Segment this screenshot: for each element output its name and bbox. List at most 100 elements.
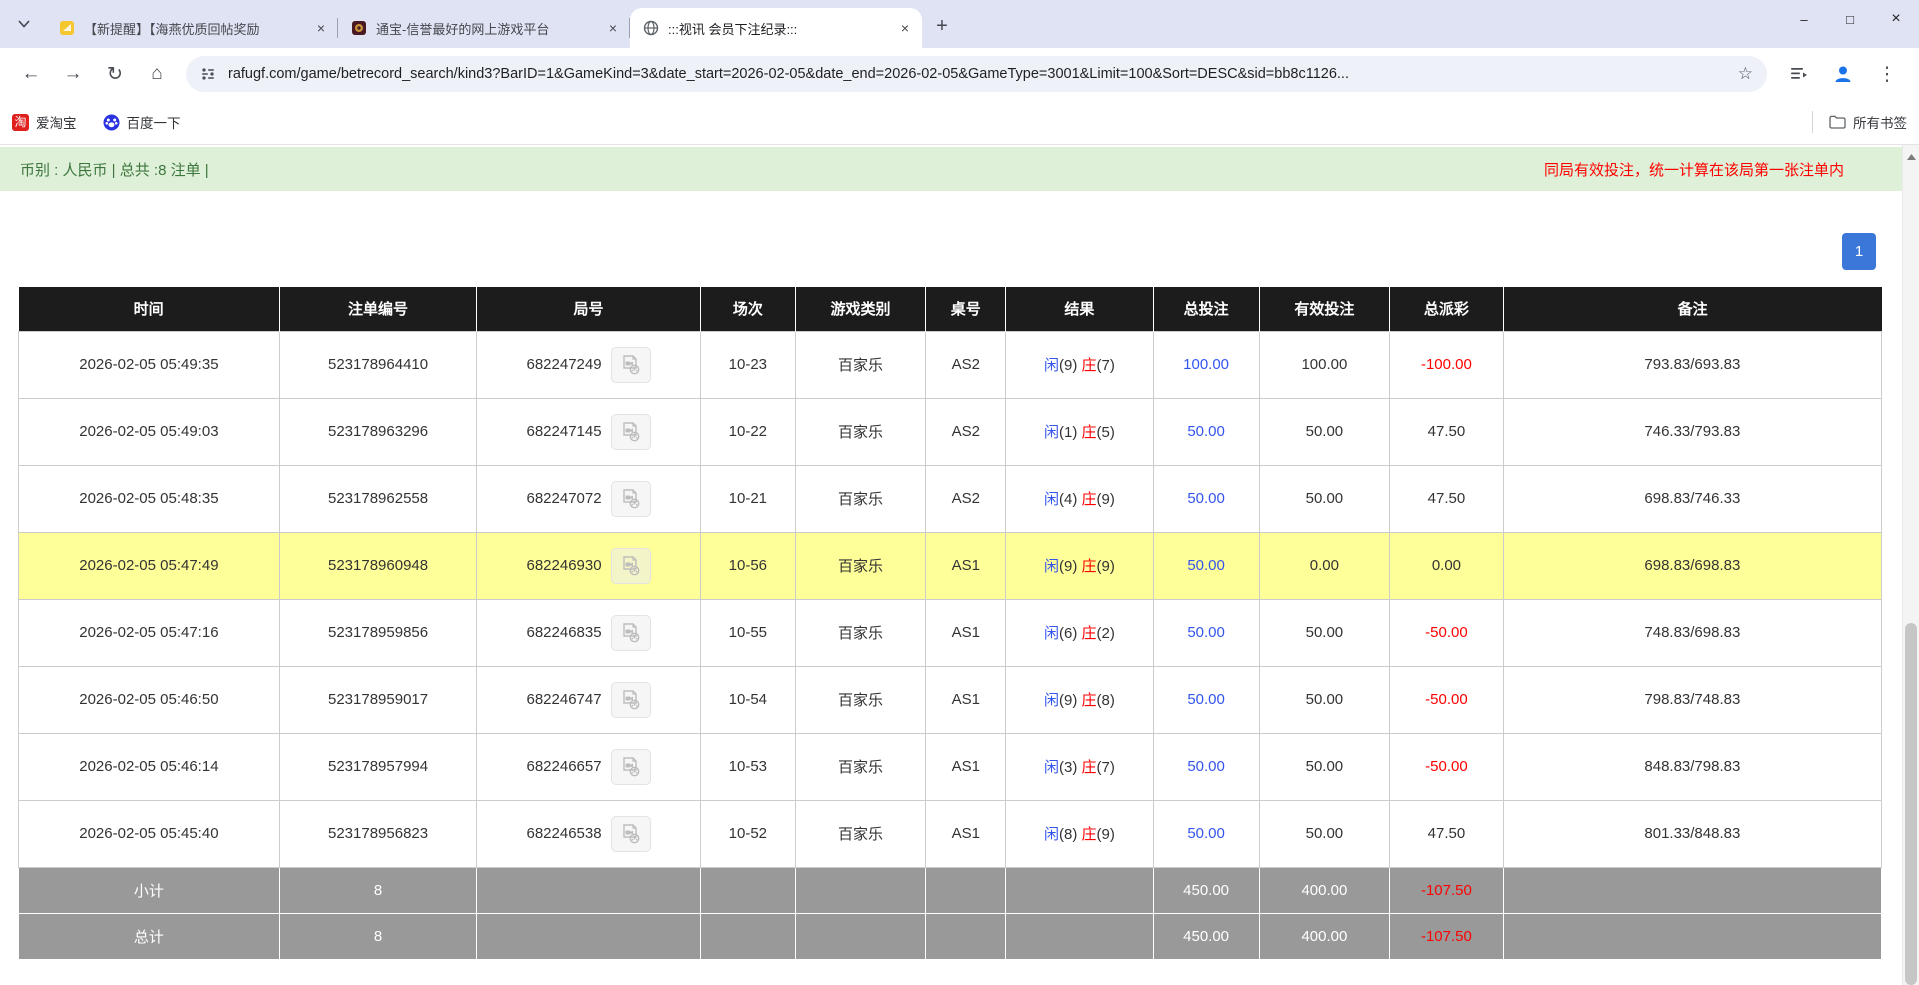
home-button[interactable]: ⌂: [140, 57, 174, 91]
cell-total-bet[interactable]: 50.00: [1152, 732, 1260, 801]
result-player-label: 闲: [1043, 759, 1059, 776]
bookmark-aitaobao[interactable]: 淘 爱淘宝: [12, 112, 77, 132]
tab-bet-records-active[interactable]: :::视讯 会员下注纪录::: ×: [630, 8, 922, 48]
tab-close-icon[interactable]: ×: [604, 19, 622, 37]
col-result: 结果: [1005, 287, 1153, 331]
round-id-text: 682246657: [526, 758, 602, 775]
cell-total-bet[interactable]: 100.00: [1152, 330, 1260, 399]
cell-total-bet[interactable]: 50.00: [1152, 397, 1260, 466]
cell-payout: 47.50: [1389, 464, 1504, 533]
result-player-label: 闲: [1043, 424, 1059, 441]
bookmark-star-icon[interactable]: ☆: [1738, 64, 1753, 84]
cell-result: 闲(1) 庄(5): [1005, 397, 1154, 466]
cell-payout: 47.50: [1389, 799, 1504, 868]
col-total-bet: 总投注: [1152, 287, 1260, 331]
new-tab-button[interactable]: +: [928, 12, 956, 40]
url-text[interactable]: rafugf.com/game/betrecord_search/kind3?B…: [228, 66, 1728, 82]
page-scrollbar[interactable]: [1902, 145, 1919, 985]
cell-time: 2026-02-05 05:46:50: [18, 665, 280, 734]
cell-total-bet[interactable]: 50.00: [1152, 799, 1260, 868]
table-row: 2026-02-05 05:48:35 523178962558 6822470…: [18, 464, 1883, 533]
total-total-bet: 450.00: [1152, 912, 1260, 960]
cell-round-id: 682246747: [476, 665, 701, 734]
cell-total-bet[interactable]: 50.00: [1152, 531, 1260, 600]
table-row: 2026-02-05 05:49:03 523178963296 6822471…: [18, 397, 1883, 466]
video-replay-button[interactable]: [610, 547, 651, 584]
window-minimize-button[interactable]: –: [1781, 0, 1827, 38]
cell-note: 748.83/698.83: [1502, 598, 1883, 667]
cell-valid-bet: 50.00: [1258, 665, 1391, 734]
video-replay-button[interactable]: [610, 614, 651, 651]
browser-menu-icon[interactable]: ⋮: [1870, 57, 1904, 91]
tab-close-icon[interactable]: ×: [312, 19, 330, 37]
col-valid-bet: 有效投注: [1258, 287, 1390, 331]
tab-strip: 【新提醒】【海燕优质回帖奖励 × 通宝-信誉最好的网上游戏平台 × :::视讯 …: [0, 0, 1919, 48]
cell-round-id: 682246930: [476, 531, 701, 600]
video-replay-button[interactable]: [610, 748, 651, 785]
cell-session: 10-55: [699, 598, 796, 667]
video-camera-icon: [622, 421, 639, 441]
video-camera-icon: [622, 354, 639, 374]
table-row: 2026-02-05 05:47:49 523178960948 6822469…: [18, 531, 1883, 600]
cell-round-id: 682247145: [476, 397, 701, 466]
col-table-no: 桌号: [925, 287, 1006, 331]
site-info-icon[interactable]: [200, 66, 216, 82]
cell-total-bet[interactable]: 50.00: [1152, 598, 1260, 667]
valid-bet-notice-text: 同局有效投注，统一计算在该局第一张注单内: [1543, 161, 1844, 179]
window-close-button[interactable]: ×: [1873, 0, 1919, 38]
tab-search-button[interactable]: [10, 10, 38, 38]
cell-time: 2026-02-05 05:45:40: [18, 799, 280, 868]
pagination-page-1-button[interactable]: 1: [1842, 233, 1876, 270]
currency-summary-text: 币别 : 人民币 | 总共 :8 注单 |: [20, 161, 209, 179]
video-replay-button[interactable]: [610, 815, 651, 852]
tab-close-icon[interactable]: ×: [896, 19, 914, 37]
round-id-text: 682246538: [526, 825, 602, 842]
scroll-up-arrow-icon[interactable]: [1903, 145, 1919, 169]
scrollbar-thumb[interactable]: [1905, 623, 1917, 985]
video-replay-button[interactable]: [610, 681, 651, 718]
all-bookmarks-button[interactable]: 所有书签: [1829, 112, 1907, 132]
result-banker-score: (2): [1096, 625, 1115, 642]
cell-round-id: 682247249: [476, 330, 701, 399]
cell-result: 闲(8) 庄(9): [1005, 799, 1154, 868]
cell-note: 698.83/746.33: [1502, 464, 1883, 533]
back-button[interactable]: ←: [14, 57, 48, 91]
result-banker-score: (8): [1096, 692, 1115, 709]
col-payout: 总派彩: [1389, 287, 1504, 331]
result-banker-label: 庄: [1081, 826, 1097, 843]
result-player-score: (9): [1058, 558, 1078, 575]
page-content: 币别 : 人民币 | 总共 :8 注单 | 同局有效投注，统一计算在该局第一张注…: [0, 145, 1919, 985]
profile-avatar-icon[interactable]: [1826, 57, 1860, 91]
chevron-down-icon: [18, 15, 30, 33]
media-controls-icon[interactable]: [1782, 57, 1816, 91]
globe-icon: [642, 20, 659, 37]
cell-bet-id: 523178959856: [278, 598, 478, 667]
subtotal-total-bet: 450.00: [1152, 866, 1260, 914]
cell-total-bet[interactable]: 50.00: [1152, 665, 1260, 734]
cell-total-bet[interactable]: 50.00: [1152, 464, 1260, 533]
bookmark-baidu[interactable]: 百度一下: [103, 112, 181, 132]
cell-table-no: AS1: [925, 665, 1007, 734]
cell-result: 闲(4) 庄(9): [1005, 464, 1154, 533]
tab-tongbao-games[interactable]: 通宝-信誉最好的网上游戏平台 ×: [338, 8, 630, 48]
video-replay-button[interactable]: [610, 346, 651, 383]
cell-game-type: 百家乐: [794, 732, 927, 801]
total-count: 8: [278, 912, 478, 960]
cell-note: 746.33/793.83: [1502, 397, 1883, 466]
address-bar[interactable]: rafugf.com/game/betrecord_search/kind3?B…: [186, 56, 1767, 92]
browser-toolbar: ← → ↻ ⌂ rafugf.com/game/betrecord_search…: [0, 48, 1919, 100]
result-player-label: 闲: [1043, 826, 1059, 843]
col-time: 时间: [18, 287, 280, 331]
cell-round-id: 682246538: [476, 799, 701, 868]
summary-info-bar: 币别 : 人民币 | 总共 :8 注单 | 同局有效投注，统一计算在该局第一张注…: [0, 147, 1902, 191]
result-banker-label: 庄: [1081, 357, 1097, 374]
video-replay-button[interactable]: [610, 413, 651, 450]
video-replay-button[interactable]: [610, 480, 651, 517]
reload-button[interactable]: ↻: [98, 57, 132, 91]
cell-valid-bet: 50.00: [1258, 464, 1391, 533]
forward-button[interactable]: →: [56, 57, 90, 91]
window-maximize-button[interactable]: □: [1827, 0, 1873, 38]
tab-haiyan-forum[interactable]: 【新提醒】【海燕优质回帖奖励 ×: [46, 8, 338, 48]
result-player-score: (9): [1058, 357, 1078, 374]
cell-payout: -50.00: [1389, 598, 1504, 667]
